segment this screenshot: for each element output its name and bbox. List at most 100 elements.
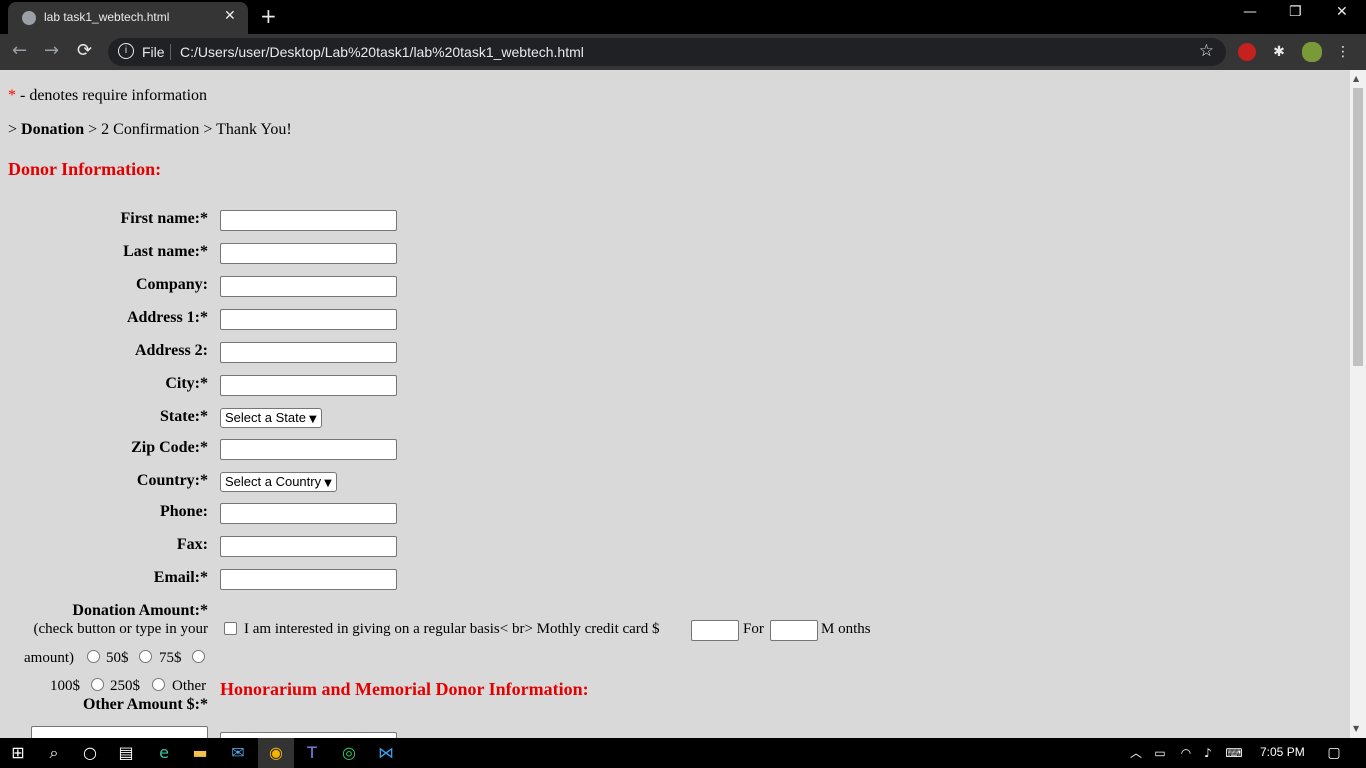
- scroll-up-icon[interactable]: ▲: [1353, 74, 1359, 83]
- windows-start-icon[interactable]: ⊞: [8, 743, 28, 763]
- extensions-puzzle-icon[interactable]: ✱: [1270, 43, 1288, 61]
- country-select-value: Select a Country: [225, 474, 322, 489]
- profile-avatar[interactable]: [1302, 42, 1322, 62]
- city-label: City:*: [165, 375, 208, 392]
- radio-50[interactable]: [87, 650, 100, 663]
- url-text[interactable]: C:/Users/user/Desktop/Lab%20task1/lab%20…: [180, 44, 584, 60]
- scroll-down-icon[interactable]: ▼: [1353, 724, 1359, 733]
- state-label: State:*: [160, 408, 208, 425]
- forward-button[interactable]: →: [44, 40, 59, 61]
- ublock-extension-icon[interactable]: [1238, 43, 1256, 61]
- address1-label: Address 1:*: [126, 309, 208, 326]
- close-window-button[interactable]: ✕: [1336, 4, 1348, 20]
- radio-100-label: 100$: [50, 678, 80, 694]
- radio-other[interactable]: [152, 678, 165, 691]
- last-name-input[interactable]: [220, 243, 397, 264]
- globe-icon: [22, 11, 36, 25]
- teams-icon[interactable]: T: [302, 743, 322, 763]
- required-note-text: - denotes require information: [16, 87, 208, 104]
- browser-toolbar: ← → ⟳ i File C:/Users/user/Desktop/Lab%2…: [0, 34, 1366, 70]
- radio-100[interactable]: [192, 650, 205, 663]
- new-tab-button[interactable]: +: [260, 4, 277, 28]
- radio-250-label: 250$: [110, 678, 140, 694]
- file-label: File: [142, 44, 165, 60]
- required-star: *: [8, 87, 16, 104]
- country-label: Country:*: [136, 472, 208, 489]
- for-text: For: [743, 621, 764, 637]
- address2-input[interactable]: [220, 342, 397, 363]
- state-select[interactable]: Select a State ▼: [220, 408, 322, 428]
- whatsapp-icon[interactable]: ◎: [339, 743, 359, 763]
- show-hidden-icons-icon[interactable]: ︿: [1126, 743, 1146, 763]
- monthly-amount-input[interactable]: [691, 620, 739, 641]
- wifi-icon[interactable]: ◠: [1176, 743, 1196, 763]
- task-view-icon[interactable]: ▤: [116, 743, 136, 763]
- keyboard-icon[interactable]: ⌨: [1224, 743, 1244, 763]
- address-bar[interactable]: i File C:/Users/user/Desktop/Lab%20task1…: [108, 38, 1226, 66]
- first-name-input[interactable]: [220, 210, 397, 231]
- mail-icon[interactable]: ✉: [228, 743, 248, 763]
- chevron-down-icon: ▼: [308, 414, 317, 425]
- company-input[interactable]: [220, 276, 397, 297]
- breadcrumb-current: Donation: [21, 121, 85, 138]
- fax-input[interactable]: [220, 536, 397, 557]
- back-button[interactable]: ←: [12, 40, 27, 61]
- page-scrollbar[interactable]: ▲ ▼: [1350, 70, 1366, 738]
- windows-taskbar: ⊞ ⌕ ○ ▤ e ▬ ✉ ◉ T ◎ ⋈ ︿ ▭ ◠ ♪ ⌨ 7:05 PM …: [0, 738, 1366, 768]
- radio-250[interactable]: [91, 678, 104, 691]
- address1-input[interactable]: [220, 309, 397, 330]
- cortana-icon[interactable]: ○: [80, 743, 100, 763]
- address2-label: Address 2:: [134, 342, 208, 359]
- city-input[interactable]: [220, 375, 397, 396]
- search-icon[interactable]: ⌕: [44, 743, 64, 763]
- other-amount-label: Other Amount $:*: [82, 696, 208, 713]
- notification-icon[interactable]: ▢: [1324, 743, 1344, 763]
- zip-input[interactable]: [220, 439, 397, 460]
- chrome-menu-icon[interactable]: ⋮: [1334, 43, 1352, 61]
- restore-button[interactable]: ❐: [1289, 4, 1302, 20]
- vscode-icon[interactable]: ⋈: [376, 743, 396, 763]
- chrome-icon[interactable]: ◉: [266, 743, 286, 763]
- edge-icon[interactable]: e: [154, 743, 174, 763]
- other-amount-input[interactable]: [31, 726, 208, 738]
- info-icon[interactable]: i: [118, 43, 134, 59]
- omnibox-divider: [170, 44, 171, 60]
- chevron-down-icon: ▼: [324, 478, 332, 489]
- browser-tab[interactable]: lab task1_webtech.html ✕: [8, 2, 248, 34]
- required-note: * - denotes require information: [8, 87, 207, 105]
- state-select-value: Select a State: [225, 410, 306, 425]
- tab-title: lab task1_webtech.html: [44, 10, 170, 24]
- minimize-button[interactable]: —: [1243, 4, 1257, 20]
- radio-other-label: Other: [172, 678, 207, 694]
- breadcrumb-prefix: >: [8, 121, 22, 138]
- radio-50-label: 50$: [106, 650, 129, 666]
- country-select[interactable]: Select a Country ▼: [220, 472, 337, 492]
- regular-giving-checkbox[interactable]: [224, 622, 237, 635]
- email-input[interactable]: [220, 569, 397, 590]
- breadcrumb: > Donation > 2 Confirmation > Thank You!: [8, 121, 292, 139]
- phone-input[interactable]: [220, 503, 397, 524]
- tab-close-icon[interactable]: ✕: [224, 8, 236, 24]
- file-explorer-icon[interactable]: ▬: [190, 743, 210, 763]
- first-name-label: First name:*: [120, 210, 208, 227]
- donation-amount-label: Donation Amount:*: [72, 602, 208, 619]
- last-name-label: Last name:*: [123, 243, 208, 260]
- volume-icon[interactable]: ♪: [1198, 743, 1218, 763]
- regular-giving-text: I am interested in giving on a regular b…: [244, 621, 660, 637]
- radio-75[interactable]: [139, 650, 152, 663]
- reload-button[interactable]: ⟳: [77, 40, 92, 61]
- browser-titlebar: lab task1_webtech.html ✕ + — ❐ ✕: [0, 0, 1366, 34]
- honorarium-heading: Honorarium and Memorial Donor Informatio…: [220, 679, 589, 699]
- battery-icon[interactable]: ▭: [1150, 743, 1170, 763]
- zip-label: Zip Code:*: [131, 439, 208, 456]
- company-label: Company:: [135, 276, 208, 293]
- clock-time[interactable]: 7:05 PM: [1260, 745, 1305, 759]
- bookmark-star-icon[interactable]: ☆: [1199, 41, 1214, 61]
- donation-hint-line1: (check button or type in your: [33, 621, 208, 637]
- fax-label: Fax:: [176, 536, 208, 553]
- scrollbar-thumb[interactable]: [1353, 88, 1363, 366]
- email-label: Email:*: [153, 569, 208, 586]
- phone-label: Phone:: [160, 503, 208, 520]
- months-input[interactable]: [770, 620, 818, 641]
- donation-hint-line2: amount): [24, 650, 74, 666]
